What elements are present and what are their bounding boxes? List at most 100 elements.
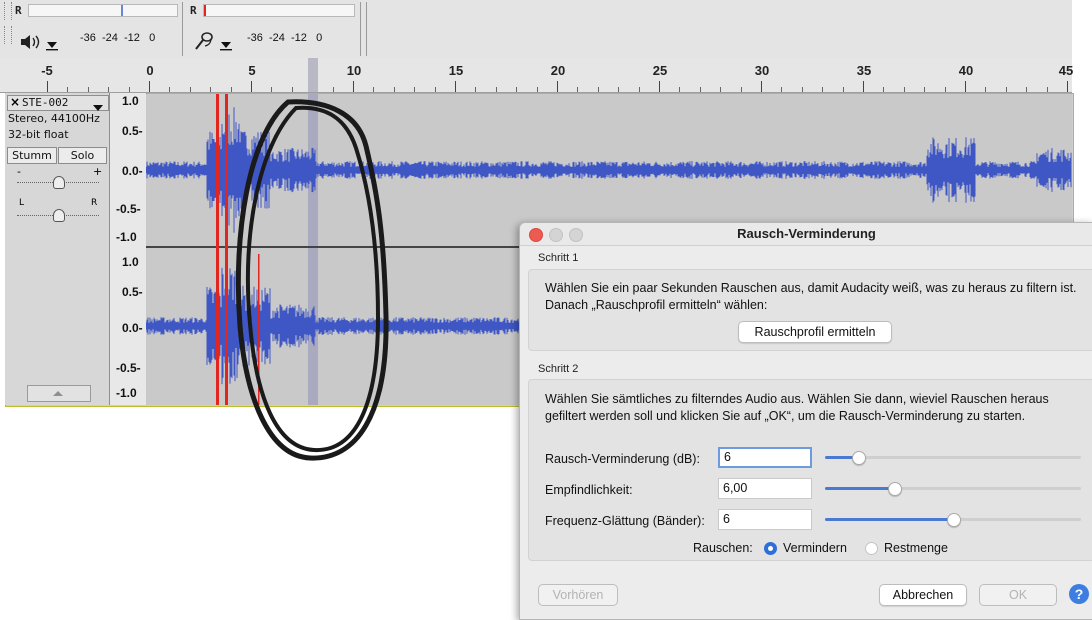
playback-channel-label: R (15, 4, 22, 17)
frequency-smoothing-slider[interactable] (825, 513, 1081, 527)
mute-button[interactable]: Stumm (7, 147, 57, 164)
ruler-tick (292, 87, 293, 92)
playback-level-marker (121, 5, 123, 16)
scale-label: 1.0 (122, 255, 139, 269)
ruler-label: 0 (146, 63, 154, 78)
ruler-tick (108, 87, 109, 92)
ruler-tick (802, 87, 803, 92)
annotation-ink-circle (235, 99, 389, 461)
toolbar-grip[interactable] (4, 2, 12, 20)
slider-fill (825, 487, 895, 490)
chevron-down-icon[interactable] (219, 38, 233, 51)
ruler-tick (190, 87, 191, 92)
ruler-tick (924, 87, 925, 92)
scale-label: -1.0 (116, 230, 137, 244)
ruler-tick (129, 87, 130, 92)
ruler-tick (333, 87, 334, 92)
noise-reduction-db-slider[interactable] (825, 451, 1081, 465)
pan-slider-thumb[interactable] (53, 209, 65, 222)
speaker-icon[interactable] (18, 32, 42, 52)
sensitivity-label: Empfindlichkeit: (545, 483, 633, 497)
track-format: Stereo, 44100Hz (8, 112, 100, 125)
gain-slider-thumb[interactable] (53, 176, 65, 189)
toolbar-grip[interactable] (4, 26, 12, 44)
noise-reduction-db-field[interactable]: 6 (718, 447, 812, 468)
slider-thumb[interactable] (888, 482, 903, 496)
gain-minus-label: - (17, 165, 21, 178)
cancel-button[interactable]: Abbrechen (879, 584, 967, 606)
ruler-label: -5 (41, 63, 53, 78)
ruler-label: 5 (248, 63, 256, 78)
ruler-tick (720, 87, 721, 92)
ruler-tick (659, 81, 660, 92)
ruler-label: 20 (550, 63, 566, 78)
help-icon[interactable]: ? (1069, 584, 1089, 604)
ruler-tick (149, 81, 150, 92)
track-name-bar[interactable]: × STE-002 (7, 95, 109, 111)
record-meter-scale: -36 -24 -12 0 (247, 32, 323, 44)
ruler-tick (67, 87, 68, 92)
scale-label: 0.5- (122, 285, 143, 299)
ruler-label: 25 (652, 63, 668, 78)
noise-reduction-db-label: Rausch-Verminderung (dB): (545, 452, 700, 466)
ruler-tick (843, 87, 844, 92)
ruler-tick (394, 87, 395, 92)
residue-option-label[interactable]: Restmenge (884, 541, 948, 555)
playback-meter[interactable] (28, 4, 178, 17)
ruler-tick (1006, 87, 1007, 92)
gain-plus-label: + (93, 165, 103, 178)
ruler-tick (945, 87, 946, 92)
scale-label: 0.0- (122, 321, 143, 335)
scale-label: 0.0- (122, 164, 143, 178)
record-meter[interactable] (203, 4, 355, 17)
ruler-tick (863, 81, 864, 92)
step1-label: Schritt 1 (538, 252, 579, 264)
microphone-icon[interactable] (192, 30, 218, 52)
chevron-down-icon[interactable] (45, 38, 59, 51)
dialog-titlebar[interactable]: Rausch-Verminderung (520, 223, 1092, 246)
amplitude-scale[interactable]: 1.0 0.5- 0.0- -0.5- -1.0 1.0 0.5- 0.0- -… (110, 93, 147, 405)
scale-label: -0.5- (116, 202, 141, 216)
meter-toolbar: R -36 -24 -12 0 R -36 -24 -12 0 (0, 0, 1072, 58)
slider-thumb[interactable] (947, 513, 961, 527)
ruler-tick (618, 87, 619, 92)
close-icon[interactable]: × (10, 95, 20, 109)
ruler-label: 40 (958, 63, 974, 78)
ruler-tick (455, 81, 456, 92)
collapse-track-button[interactable] (27, 385, 91, 402)
ruler-tick (985, 87, 986, 92)
ok-button[interactable]: OK (979, 584, 1057, 606)
ruler-tick (822, 87, 823, 92)
ruler-label: 35 (856, 63, 872, 78)
ruler-tick (435, 87, 436, 92)
track-name: STE-002 (22, 96, 69, 109)
ruler-tick (741, 87, 742, 92)
get-noise-profile-button[interactable]: Rauschprofil ermitteln (738, 321, 892, 343)
toolbar-divider (366, 2, 367, 56)
ruler-tick (496, 87, 497, 92)
ruler-tick (47, 81, 48, 92)
ruler-tick (883, 87, 884, 92)
ruler-tick (598, 87, 599, 92)
ruler-tick (761, 81, 762, 92)
frequency-smoothing-field[interactable]: 6 (718, 509, 812, 530)
ruler-tick (781, 87, 782, 92)
preview-button[interactable]: Vorhören (538, 584, 618, 606)
ruler-tick (373, 87, 374, 92)
track-bit-depth: 32-bit float (8, 128, 69, 141)
sensitivity-field[interactable]: 6,00 (718, 478, 812, 499)
solo-button[interactable]: Solo (58, 147, 107, 164)
step2-instruction: Wählen Sie sämtliches zu filterndes Audi… (545, 392, 1049, 406)
pan-right-label: R (91, 198, 98, 208)
step2-instruction: gefiltert werden soll und klicken Sie au… (545, 409, 1026, 423)
ruler-tick (557, 81, 558, 92)
residue-radio[interactable] (865, 542, 878, 555)
ruler-tick (700, 87, 701, 92)
scale-label: -1.0 (116, 386, 137, 400)
noise-mode-label: Rauschen: (693, 541, 753, 555)
timeline-ruler[interactable]: -5 0 5 10 15 20 25 30 35 40 45 (0, 58, 1073, 93)
sensitivity-slider[interactable] (825, 482, 1081, 496)
reduce-radio[interactable] (764, 542, 777, 555)
reduce-option-label[interactable]: Vermindern (783, 541, 847, 555)
slider-thumb[interactable] (852, 451, 867, 465)
